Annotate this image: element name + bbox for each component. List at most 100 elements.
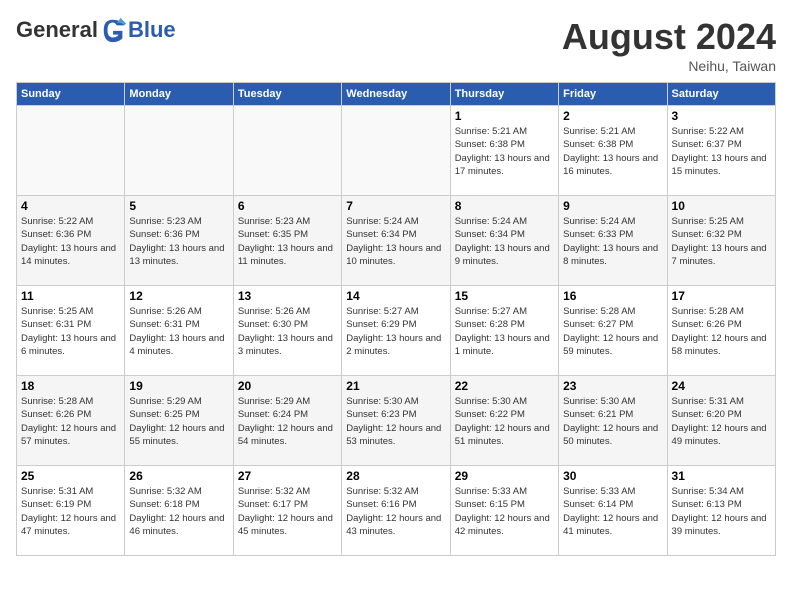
calendar-cell: 9 Sunrise: 5:24 AM Sunset: 6:33 PM Daylig…: [559, 196, 667, 286]
calendar-cell: 18 Sunrise: 5:28 AM Sunset: 6:26 PM Dayli…: [17, 376, 125, 466]
day-info: Sunrise: 5:31 AM Sunset: 6:20 PM Dayligh…: [672, 395, 771, 448]
calendar-week-1: 1 Sunrise: 5:21 AM Sunset: 6:38 PM Daylig…: [17, 106, 776, 196]
calendar-cell: 1 Sunrise: 5:21 AM Sunset: 6:38 PM Daylig…: [450, 106, 558, 196]
day-header-tuesday: Tuesday: [233, 83, 341, 106]
day-number: 18: [21, 379, 120, 393]
calendar-week-3: 11 Sunrise: 5:25 AM Sunset: 6:31 PM Dayli…: [17, 286, 776, 376]
day-number: 13: [238, 289, 337, 303]
day-info: Sunrise: 5:29 AM Sunset: 6:25 PM Dayligh…: [129, 395, 228, 448]
day-number: 24: [672, 379, 771, 393]
days-header-row: SundayMondayTuesdayWednesdayThursdayFrid…: [17, 83, 776, 106]
day-info: Sunrise: 5:27 AM Sunset: 6:29 PM Dayligh…: [346, 305, 445, 358]
logo-general-text: General: [16, 17, 98, 43]
day-info: Sunrise: 5:25 AM Sunset: 6:32 PM Dayligh…: [672, 215, 771, 268]
calendar-week-4: 18 Sunrise: 5:28 AM Sunset: 6:26 PM Dayli…: [17, 376, 776, 466]
day-number: 20: [238, 379, 337, 393]
calendar-cell: 4 Sunrise: 5:22 AM Sunset: 6:36 PM Daylig…: [17, 196, 125, 286]
logo-blue-text: Blue: [128, 17, 176, 43]
day-number: 6: [238, 199, 337, 213]
day-number: 26: [129, 469, 228, 483]
calendar-cell: 17 Sunrise: 5:28 AM Sunset: 6:26 PM Dayli…: [667, 286, 775, 376]
title-block: August 2024 Neihu, Taiwan: [562, 16, 776, 74]
day-info: Sunrise: 5:26 AM Sunset: 6:30 PM Dayligh…: [238, 305, 337, 358]
calendar-cell: 5Sunrise: 5:23 AM Sunset: 6:36 PM Daylig…: [125, 196, 233, 286]
calendar-cell: 28 Sunrise: 5:32 AM Sunset: 6:16 PM Dayli…: [342, 466, 450, 556]
calendar-cell: 29 Sunrise: 5:33 AM Sunset: 6:15 PM Dayli…: [450, 466, 558, 556]
calendar-table: SundayMondayTuesdayWednesdayThursdayFrid…: [16, 82, 776, 556]
day-number: 31: [672, 469, 771, 483]
calendar-cell: 19 Sunrise: 5:29 AM Sunset: 6:25 PM Dayli…: [125, 376, 233, 466]
day-info: Sunrise: 5:32 AM Sunset: 6:18 PM Dayligh…: [129, 485, 228, 538]
calendar-cell: [342, 106, 450, 196]
day-info: Sunrise: 5:29 AM Sunset: 6:24 PM Dayligh…: [238, 395, 337, 448]
calendar-week-2: 4 Sunrise: 5:22 AM Sunset: 6:36 PM Daylig…: [17, 196, 776, 286]
calendar-cell: 21Sunrise: 5:30 AM Sunset: 6:23 PM Dayli…: [342, 376, 450, 466]
day-number: 14: [346, 289, 445, 303]
calendar-cell: 14 Sunrise: 5:27 AM Sunset: 6:29 PM Dayli…: [342, 286, 450, 376]
day-info: Sunrise: 5:28 AM Sunset: 6:26 PM Dayligh…: [21, 395, 120, 448]
day-header-thursday: Thursday: [450, 83, 558, 106]
day-number: 16: [563, 289, 662, 303]
month-year-title: August 2024: [562, 16, 776, 58]
calendar-cell: 31 Sunrise: 5:34 AM Sunset: 6:13 PM Dayli…: [667, 466, 775, 556]
calendar-cell: 6 Sunrise: 5:23 AM Sunset: 6:35 PM Daylig…: [233, 196, 341, 286]
day-number: 4: [21, 199, 120, 213]
day-number: 11: [21, 289, 120, 303]
day-number: 23: [563, 379, 662, 393]
calendar-cell: [125, 106, 233, 196]
calendar-cell: 24 Sunrise: 5:31 AM Sunset: 6:20 PM Dayli…: [667, 376, 775, 466]
day-info: Sunrise: 5:30 AM Sunset: 6:23 PM Dayligh…: [346, 395, 445, 448]
day-info: Sunrise: 5:31 AM Sunset: 6:19 PM Dayligh…: [21, 485, 120, 538]
calendar-cell: 11 Sunrise: 5:25 AM Sunset: 6:31 PM Dayli…: [17, 286, 125, 376]
day-info: Sunrise: 5:30 AM Sunset: 6:22 PM Dayligh…: [455, 395, 554, 448]
day-number: 17: [672, 289, 771, 303]
day-number: 5: [129, 199, 228, 213]
calendar-cell: 10 Sunrise: 5:25 AM Sunset: 6:32 PM Dayli…: [667, 196, 775, 286]
day-info: Sunrise: 5:28 AM Sunset: 6:26 PM Dayligh…: [672, 305, 771, 358]
day-number: 15: [455, 289, 554, 303]
calendar-week-5: 25 Sunrise: 5:31 AM Sunset: 6:19 PM Dayli…: [17, 466, 776, 556]
day-number: 27: [238, 469, 337, 483]
day-info: Sunrise: 5:32 AM Sunset: 6:16 PM Dayligh…: [346, 485, 445, 538]
day-info: Sunrise: 5:23 AM Sunset: 6:35 PM Dayligh…: [238, 215, 337, 268]
day-info: Sunrise: 5:22 AM Sunset: 6:37 PM Dayligh…: [672, 125, 771, 178]
day-info: Sunrise: 5:22 AM Sunset: 6:36 PM Dayligh…: [21, 215, 120, 268]
day-header-saturday: Saturday: [667, 83, 775, 106]
day-number: 30: [563, 469, 662, 483]
day-number: 9: [563, 199, 662, 213]
day-info: Sunrise: 5:24 AM Sunset: 6:33 PM Dayligh…: [563, 215, 662, 268]
day-number: 1: [455, 109, 554, 123]
calendar-body: 1 Sunrise: 5:21 AM Sunset: 6:38 PM Daylig…: [17, 106, 776, 556]
calendar-cell: 3Sunrise: 5:22 AM Sunset: 6:37 PM Daylig…: [667, 106, 775, 196]
day-number: 2: [563, 109, 662, 123]
day-number: 19: [129, 379, 228, 393]
calendar-cell: 25 Sunrise: 5:31 AM Sunset: 6:19 PM Dayli…: [17, 466, 125, 556]
day-header-monday: Monday: [125, 83, 233, 106]
calendar-cell: [233, 106, 341, 196]
day-info: Sunrise: 5:21 AM Sunset: 6:38 PM Dayligh…: [455, 125, 554, 178]
day-info: Sunrise: 5:24 AM Sunset: 6:34 PM Dayligh…: [455, 215, 554, 268]
day-info: Sunrise: 5:26 AM Sunset: 6:31 PM Dayligh…: [129, 305, 228, 358]
day-info: Sunrise: 5:34 AM Sunset: 6:13 PM Dayligh…: [672, 485, 771, 538]
calendar-cell: 12 Sunrise: 5:26 AM Sunset: 6:31 PM Dayli…: [125, 286, 233, 376]
day-header-wednesday: Wednesday: [342, 83, 450, 106]
page-header: General Blue August 2024 Neihu, Taiwan: [16, 16, 776, 74]
day-info: Sunrise: 5:33 AM Sunset: 6:15 PM Dayligh…: [455, 485, 554, 538]
day-number: 25: [21, 469, 120, 483]
day-info: Sunrise: 5:24 AM Sunset: 6:34 PM Dayligh…: [346, 215, 445, 268]
day-info: Sunrise: 5:27 AM Sunset: 6:28 PM Dayligh…: [455, 305, 554, 358]
logo: General Blue: [16, 16, 176, 44]
day-info: Sunrise: 5:25 AM Sunset: 6:31 PM Dayligh…: [21, 305, 120, 358]
calendar-cell: 15 Sunrise: 5:27 AM Sunset: 6:28 PM Dayli…: [450, 286, 558, 376]
calendar-cell: 16Sunrise: 5:28 AM Sunset: 6:27 PM Dayli…: [559, 286, 667, 376]
day-number: 28: [346, 469, 445, 483]
day-number: 12: [129, 289, 228, 303]
day-header-sunday: Sunday: [17, 83, 125, 106]
location-text: Neihu, Taiwan: [562, 58, 776, 74]
day-number: 29: [455, 469, 554, 483]
calendar-cell: 20 Sunrise: 5:29 AM Sunset: 6:24 PM Dayli…: [233, 376, 341, 466]
calendar-cell: 7Sunrise: 5:24 AM Sunset: 6:34 PM Daylig…: [342, 196, 450, 286]
calendar-cell: 13 Sunrise: 5:26 AM Sunset: 6:30 PM Dayli…: [233, 286, 341, 376]
calendar-cell: 22Sunrise: 5:30 AM Sunset: 6:22 PM Dayli…: [450, 376, 558, 466]
day-number: 10: [672, 199, 771, 213]
